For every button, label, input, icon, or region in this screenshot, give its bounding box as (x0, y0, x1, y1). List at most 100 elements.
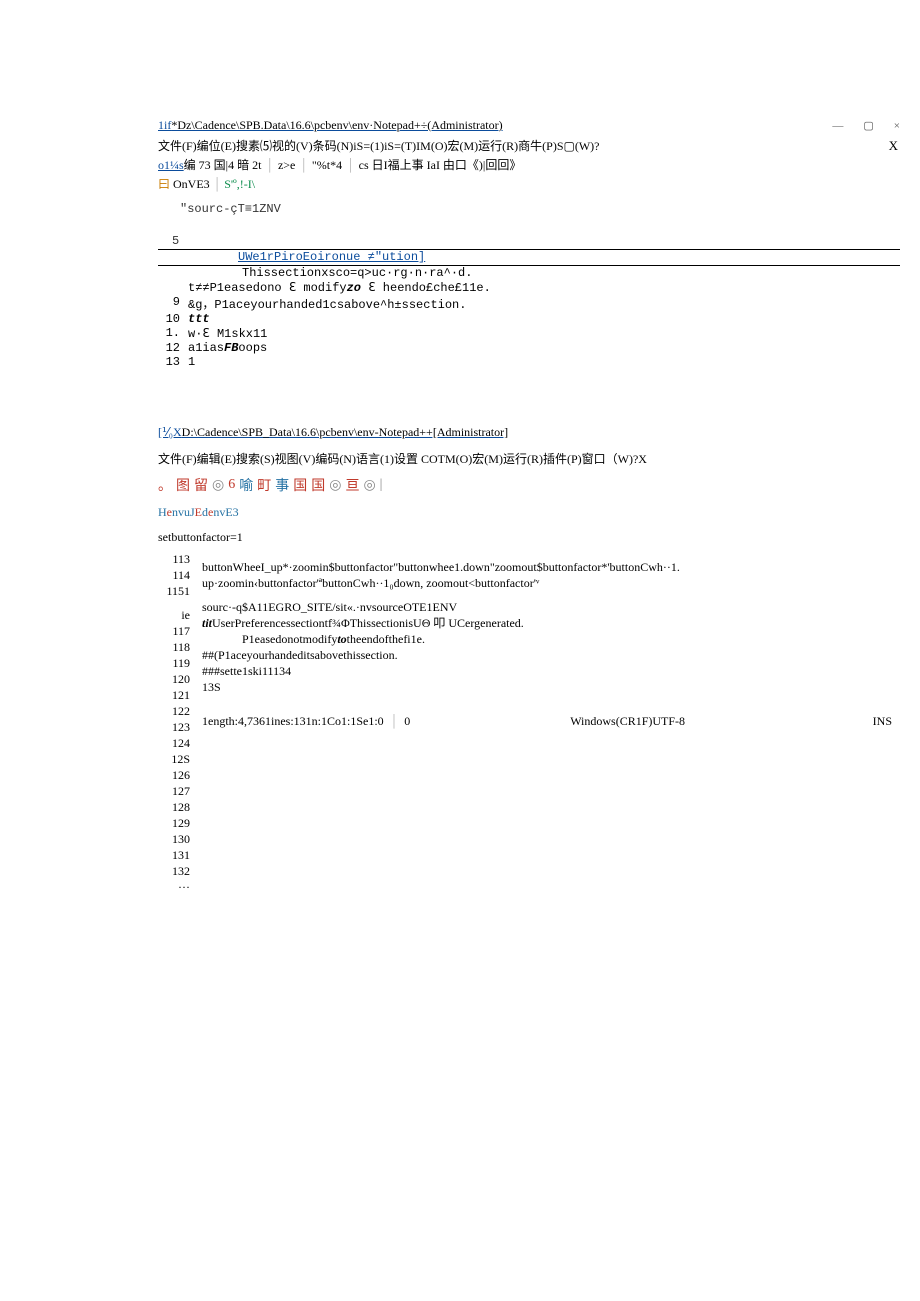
line-number: 124 (158, 735, 190, 751)
code-line: a1iasFBoops (188, 341, 900, 355)
window-controls: — ▢ × (832, 119, 900, 132)
line-number: 10 (158, 312, 188, 326)
toolbar: o1¼s编 73 国|4 暗 2t│z>e│"%t*4│cs 日I福上事 IaI… (158, 156, 900, 173)
code-line: ttt (188, 312, 900, 326)
line-number: 132 (158, 863, 190, 879)
toolbar-icon[interactable]: 亘 (345, 475, 359, 495)
toolbar-icon[interactable]: 6 (228, 477, 235, 493)
code-first-line: setbuttonfactor=1 (158, 530, 900, 545)
line-number: 113 (158, 551, 190, 567)
editor-content: buttonWheeI_up*·zoomin$buttonfactor"butt… (202, 551, 900, 895)
status-bar: 1ength:4,7361ines:131n:1Co1:1Se1:0 │ 0 W… (202, 713, 900, 729)
title-prefix: [⅟₀X (158, 425, 182, 439)
line-number: 114 (158, 567, 190, 583)
line-number: ··· (158, 879, 190, 895)
tab-bar[interactable]: HenvuJEdenvE3 (158, 505, 900, 520)
tab-bar: 曰 OnVE3 │ S'º,!-I\ (158, 175, 900, 192)
tab-close-x[interactable]: X (889, 138, 898, 154)
close-button[interactable]: × (894, 120, 900, 132)
line-number: 1151 (158, 583, 190, 599)
line-number: 12S (158, 751, 190, 767)
code-line: titUserPreferencessectiontf¾ΦThissection… (202, 615, 900, 631)
separator-icon: │ (265, 158, 274, 172)
menu-bar: 文件(F)编位(E)搜素⑸视的(V)条码(N)iS=(1)iS=(T)IM(O)… (158, 137, 900, 154)
editor-body[interactable]: 113 114 1151 ie 117 118 119 120 121 122 … (158, 551, 900, 895)
tab-icon: 曰 (158, 177, 170, 191)
line-number: 9 (158, 295, 188, 312)
toolbar-icon[interactable]: 国 (293, 475, 307, 495)
title-link[interactable]: 1if (158, 118, 171, 132)
line-number: 117 (158, 623, 190, 639)
toolbar-group-a[interactable]: o1¼s (158, 158, 184, 172)
toolbar-icon[interactable]: ◎ (212, 477, 224, 494)
title-bar: 1if*Dz\Cadence\SPB.Data\16.6\pcbenv\env·… (158, 118, 900, 133)
editor-body[interactable]: "sourc-çT≡1ZNV 5 UWe1rPiroEoironue ≠"uti… (158, 202, 900, 369)
line-number: 12 (158, 341, 188, 355)
code-lines: Thissectionxsco=q>uc·rg·n·ra^·d. t≠≠P1ea… (158, 266, 900, 369)
line-number: 129 (158, 815, 190, 831)
toolbar-group-e[interactable]: cs 日I福上事 IaI 由口《)|回回》 (359, 158, 522, 172)
code-line (202, 695, 900, 711)
menu-bar[interactable]: 文件(F)编辑(E)搜索(S)视图(V)编码(N)语言(1)设置 COTM(O)… (158, 450, 900, 467)
section-header: UWe1rPiroEoironue ≠"ution] (158, 249, 900, 266)
tab-1[interactable]: OnVE3 (173, 177, 210, 191)
code-line: buttonWheeI_up*·zoomin$buttonfactor"butt… (202, 551, 900, 575)
window-title: 1if*Dz\Cadence\SPB.Data\16.6\pcbenv\env·… (158, 118, 503, 133)
toolbar-icon[interactable]: 。 (158, 475, 172, 495)
line-number: 120 (158, 671, 190, 687)
window-title: [⅟₀XD:\Cadence\SPB_Data\16.6\pcbenv\env-… (158, 425, 900, 440)
line-number: 131 (158, 847, 190, 863)
line-number: 126 (158, 767, 190, 783)
code-line: 13S (202, 679, 900, 695)
status-mode: INS (873, 713, 892, 729)
line-number (158, 280, 188, 295)
line-number: 122 (158, 703, 190, 719)
line-number: 123 (158, 719, 190, 735)
status-encoding: Windows(CR1F)UTF-8 (570, 713, 685, 729)
toolbar-icon[interactable]: 喻 (239, 475, 253, 495)
separator-icon: │ (390, 713, 399, 729)
line-number: 128 (158, 799, 190, 815)
code-line: ##(P1aceyourhandeditsabovethissection. (202, 647, 900, 663)
minimize-button[interactable]: — (832, 120, 843, 132)
toolbar-icon[interactable]: 国 (311, 475, 325, 495)
code-line: P1easedonotmodifytotheendofthefi1e. (202, 631, 900, 647)
toolbar-group-d[interactable]: "%t*4 (312, 158, 342, 172)
line-number: 130 (158, 831, 190, 847)
code-line: w·ℇ M1skx11 (188, 326, 900, 341)
line-number: 118 (158, 639, 190, 655)
toolbar: 。 图 留 ◎ 6 喻 町 事 国 国 ◎ 亘 ◎ | (158, 475, 900, 495)
line-number: 119 (158, 655, 190, 671)
gutter: 113 114 1151 ie 117 118 119 120 121 122 … (158, 551, 202, 895)
code-line: ###sette1ski11134 (202, 663, 900, 679)
line-number: 127 (158, 783, 190, 799)
separator-icon: | (380, 477, 383, 493)
menu-items[interactable]: 文件(F)编位(E)搜素⑸视的(V)条码(N)iS=(1)iS=(T)IM(O)… (158, 137, 599, 154)
notepad-window-1: 1if*Dz\Cadence\SPB.Data\16.6\pcbenv\env·… (158, 118, 900, 369)
code-line: sourc·-q$A11EGRO_SITE/sit«.·nvsourceOTE1… (202, 599, 900, 615)
notepad-window-2: [⅟₀XD:\Cadence\SPB_Data\16.6\pcbenv\env-… (158, 425, 900, 895)
toolbar-icon[interactable]: 町 (257, 475, 271, 495)
toolbar-group-c[interactable]: z>e (278, 158, 295, 172)
toolbar-group-b[interactable]: 编 73 国|4 暗 2t (184, 158, 262, 172)
toolbar-icon[interactable]: 留 (194, 475, 208, 495)
code-line: 1 (188, 355, 900, 369)
code-line: t≠≠P1easedono ℇ modifyzo ℇ heendo£che£11… (188, 280, 900, 295)
tab-e: e (167, 505, 172, 519)
code-line: "sourc-çT≡1ZNV (158, 202, 900, 216)
toolbar-icon[interactable]: 事 (275, 475, 289, 495)
code-line: up·zoomin‹buttonfactor'ªbuttonCwh··1₀dow… (202, 575, 900, 591)
line-number: 1. (158, 326, 188, 341)
title-path: *Dz\Cadence\SPB.Data\16.6\pcbenv\env·Not… (171, 118, 502, 132)
toolbar-icon[interactable]: 图 (176, 475, 190, 495)
separator-icon: │ (299, 158, 308, 172)
tab-2[interactable]: S'º,!-I\ (224, 177, 255, 191)
toolbar-icon[interactable]: ◎ (329, 477, 341, 494)
toolbar-icon[interactable]: ◎ (363, 477, 375, 494)
code-line: &g，P1aceyourhanded1csabove^h±ssection. (188, 295, 900, 312)
status-length: 1ength:4,7361ines:131n:1Co1:1Se1:0 (202, 713, 384, 729)
line-number-5: 5 (158, 234, 900, 248)
maximize-button[interactable]: ▢ (863, 119, 873, 132)
title-path: D:\Cadence\SPB_Data\16.6\pcbenv\env-Note… (182, 425, 508, 439)
separator-icon: │ (346, 158, 355, 172)
